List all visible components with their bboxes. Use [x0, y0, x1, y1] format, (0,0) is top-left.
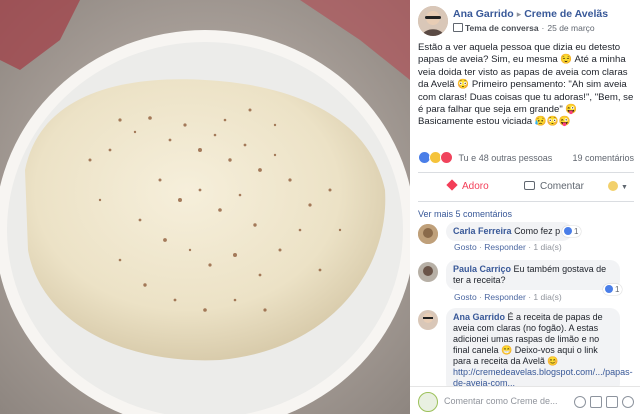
commenter-name[interactable]: Paula Carriço — [453, 264, 511, 274]
camera-icon[interactable] — [590, 396, 602, 408]
reactions-bar[interactable]: Tu e 48 outras pessoas 19 comentários — [418, 151, 634, 167]
comment-icon — [524, 181, 535, 190]
reactions-count[interactable]: Tu e 48 outras pessoas — [459, 153, 553, 163]
comment-reactions[interactable]: 1 — [603, 284, 623, 295]
like-icon — [564, 227, 572, 235]
recipe-link[interactable]: http://cremedeavelas.blogspot.com/.../pa… — [453, 367, 633, 388]
smiley-icon — [608, 181, 618, 191]
heart-icon — [446, 179, 458, 191]
comment-item: Carla Ferreira Como fez p 1 Gosto · Resp… — [418, 222, 634, 256]
group-name[interactable]: Creme de Avelãs — [524, 8, 608, 20]
post-photo[interactable] — [0, 0, 410, 414]
comment-reply-link[interactable]: Responder — [484, 292, 526, 302]
love-button[interactable]: Adoro — [446, 179, 489, 192]
author-name[interactable]: Ana Garrido — [453, 8, 514, 20]
chevron-right-icon: ▸ — [516, 9, 522, 19]
comment-time[interactable]: 1 dia(s) — [533, 292, 561, 302]
comment-item: Ana Garrido É a receita de papas de avei… — [418, 308, 634, 393]
comment-reactions[interactable]: 1 — [562, 226, 582, 237]
commenter-avatar[interactable] — [418, 224, 438, 244]
gif-icon[interactable] — [606, 396, 618, 408]
post-text: Estão a ver aquela pessoa que dizia eu d… — [418, 42, 634, 128]
commenter-name[interactable]: Ana Garrido — [453, 312, 505, 322]
sticker-icon[interactable] — [622, 396, 634, 408]
like-icon — [605, 285, 613, 293]
comment-button[interactable]: Comentar — [524, 181, 584, 192]
comment-reply-link[interactable]: Responder — [484, 242, 526, 252]
post-actions: Adoro Comentar ▼ — [418, 172, 634, 202]
comment-input[interactable]: Comentar como Creme de... — [444, 396, 558, 406]
page-avatar[interactable] — [418, 392, 438, 412]
see-more-comments[interactable]: Ver mais 5 comentários — [418, 209, 512, 219]
author-avatar[interactable] — [418, 6, 448, 36]
post-topic[interactable]: Tema de conversa — [465, 23, 539, 33]
comment-item: Paula Carriço Eu também gostava de ter a… — [418, 260, 634, 306]
post-date[interactable]: 25 de março — [547, 23, 594, 33]
emoji-icon[interactable] — [574, 396, 586, 408]
comment-composer: Comentar como Creme de... — [410, 386, 640, 414]
commenter-avatar[interactable] — [418, 310, 438, 330]
comment-like-link[interactable]: Gosto — [454, 292, 477, 302]
comment-text: Como fez p — [514, 226, 561, 236]
commenter-name[interactable]: Carla Ferreira — [453, 226, 512, 236]
chevron-down-icon: ▼ — [621, 184, 628, 191]
comment-like-link[interactable]: Gosto — [454, 242, 477, 252]
comments-count[interactable]: 19 comentários — [572, 153, 634, 163]
love-reaction-icon — [440, 151, 453, 164]
topic-icon — [453, 23, 463, 32]
porridge-photo — [0, 0, 410, 414]
comment-time[interactable]: 1 dia(s) — [533, 242, 561, 252]
commenter-avatar[interactable] — [418, 262, 438, 282]
reaction-picker-button[interactable]: ▼ — [608, 181, 628, 192]
post-header: Ana Garrido ▸ Creme de Avelãs Tema de conv… — [410, 0, 640, 38]
post-panel: Ana Garrido ▸ Creme de Avelãs Tema de conv… — [410, 0, 640, 414]
